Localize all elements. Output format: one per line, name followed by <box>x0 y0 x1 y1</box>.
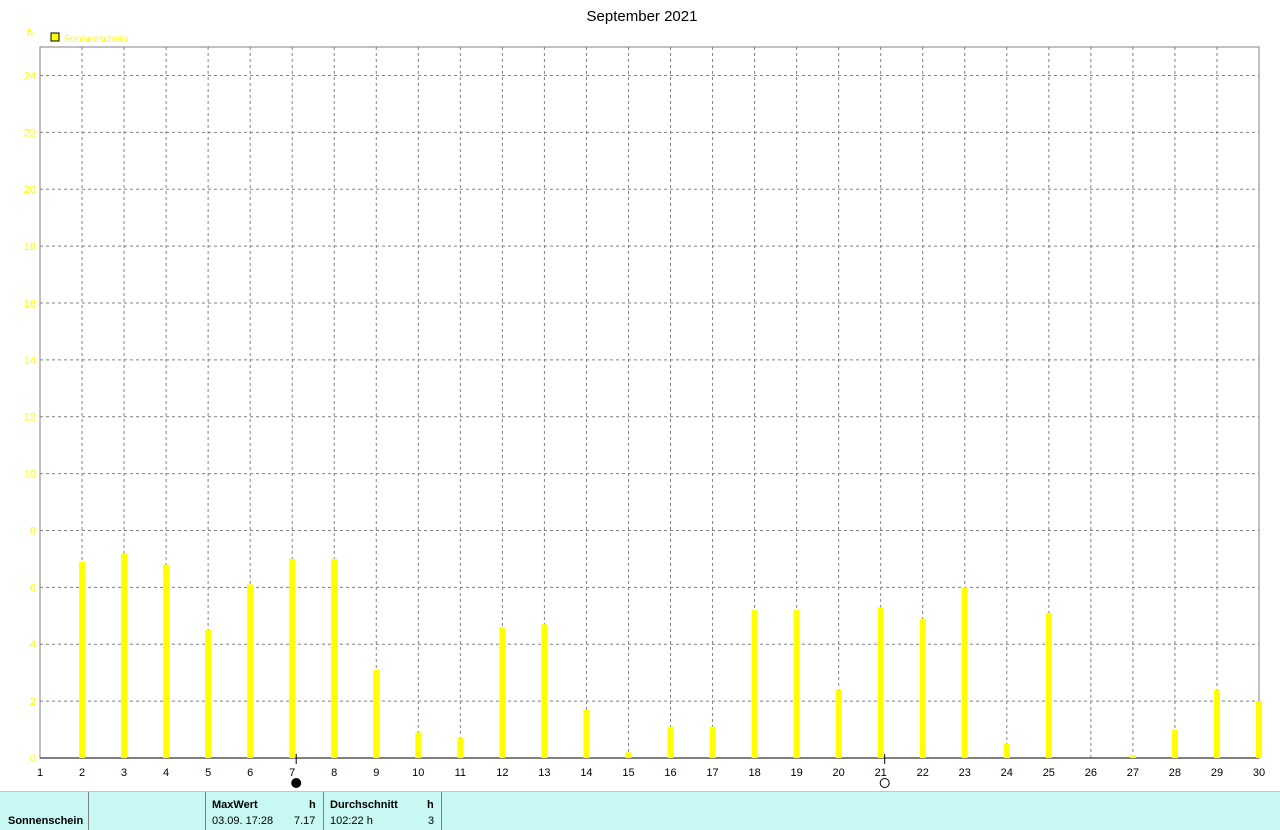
x-tick-label: 16 <box>664 767 676 779</box>
x-tick-label: 12 <box>496 767 508 779</box>
x-tick-label: 3 <box>121 767 127 779</box>
y-tick-label: 22 <box>24 127 36 139</box>
y-tick-label: 12 <box>24 412 36 424</box>
y-tick-label: 4 <box>30 639 36 651</box>
x-tick-label: 20 <box>833 767 845 779</box>
bar-day-21 <box>877 607 884 758</box>
footer-series-cell: Sonnenschein <box>0 792 89 830</box>
sunshine-chart: 0246810121416182022241 2 3 4 5 6 7 8 9 10 11 12 13 14… <box>24 8 1265 788</box>
x-tick-label: 7 <box>289 767 295 779</box>
x-tick-label: 26 <box>1085 767 1097 779</box>
x-tick-label: 6 <box>247 767 253 779</box>
x-tick-label: 28 <box>1169 767 1181 779</box>
bar-day-20 <box>835 689 842 758</box>
bar-day-7 <box>289 558 296 758</box>
footer-avg-cell: Durchschnitt h 102:22 h 3 <box>324 792 442 830</box>
bar-day-6 <box>247 584 254 758</box>
new-moon-icon <box>291 778 302 788</box>
x-tick-label: 5 <box>205 767 211 779</box>
bar-day-18 <box>751 610 758 758</box>
bar-day-29 <box>1213 689 1220 758</box>
y-tick-label: 24 <box>24 70 36 82</box>
bar-day-2 <box>79 561 86 758</box>
bar-day-9 <box>373 669 380 758</box>
avg-unit: h <box>427 799 434 811</box>
bar-day-22 <box>919 618 926 758</box>
y-tick-label: 20 <box>24 184 36 196</box>
bar-day-4 <box>163 564 170 758</box>
x-tick-label: 22 <box>917 767 929 779</box>
x-tick-label: 8 <box>331 767 337 779</box>
y-tick-label: 2 <box>30 696 36 708</box>
summary-footer: Sonnenschein MaxWert h 03.09. 17:28 7.17… <box>0 791 1280 830</box>
maxwert-unit: h <box>309 799 316 811</box>
bar-day-13 <box>541 624 548 758</box>
legend-swatch <box>50 32 60 42</box>
y-axis-unit-label: h <box>27 27 33 39</box>
bar-day-15 <box>625 752 632 758</box>
bar-day-28 <box>1171 729 1178 758</box>
maxwert-value: 7.17 <box>294 815 316 827</box>
bar-day-11 <box>457 738 464 758</box>
chart-title: September 2021 <box>587 8 698 25</box>
y-tick-label: 6 <box>30 582 36 594</box>
plot-area <box>39 46 1260 759</box>
footer-maxwert-cell: MaxWert h 03.09. 17:28 7.17 <box>206 792 324 830</box>
bar-day-25 <box>1045 612 1052 758</box>
y-tick-label: 10 <box>24 469 36 481</box>
bar-day-30 <box>1256 701 1262 758</box>
y-tick-label: 8 <box>30 525 36 537</box>
full-moon-icon <box>879 778 890 788</box>
bar-day-17 <box>709 726 716 758</box>
x-tick-label: 27 <box>1127 767 1139 779</box>
footer-empty-cell <box>89 792 206 830</box>
legend-label: Sonnenschein <box>64 34 127 45</box>
bar-day-27 <box>1129 755 1136 758</box>
x-tick-label: 14 <box>580 767 592 779</box>
x-tick-label: 23 <box>959 767 971 779</box>
footer-series-name: Sonnenschein <box>8 815 84 827</box>
x-tick-label: 21 <box>875 767 887 779</box>
x-tick-label: 19 <box>790 767 802 779</box>
bar-day-12 <box>499 627 506 758</box>
x-tick-label: 11 <box>455 767 466 779</box>
x-tick-label: 15 <box>622 767 634 779</box>
maxwert-time: 03.09. 17:28 <box>212 815 274 827</box>
avg-value: 102:22 h <box>330 815 373 827</box>
x-tick-label: 30 <box>1253 767 1265 779</box>
x-tick-label: 29 <box>1211 767 1223 779</box>
x-tick-label: 13 <box>538 767 550 779</box>
x-tick-label: 18 <box>748 767 760 779</box>
bar-day-19 <box>793 610 800 758</box>
x-tick-label: 4 <box>163 767 169 779</box>
x-tick-label: 25 <box>1043 767 1055 779</box>
bar-day-23 <box>961 587 968 758</box>
x-tick-label: 2 <box>79 767 85 779</box>
bar-day-14 <box>583 709 590 758</box>
x-tick-label: 9 <box>373 767 379 779</box>
avg-extra: 3 <box>428 815 435 827</box>
y-tick-label: 18 <box>24 241 36 253</box>
bar-day-16 <box>667 726 674 758</box>
x-tick-label: 17 <box>706 767 718 779</box>
maxwert-label: MaxWert <box>212 799 258 811</box>
avg-label: Durchschnitt <box>330 799 398 811</box>
bar-day-3 <box>121 553 128 758</box>
bar-day-5 <box>205 630 212 758</box>
y-tick-label: 0 <box>30 753 36 765</box>
y-tick-label: 16 <box>24 298 36 310</box>
x-tick-label: 1 <box>37 767 43 779</box>
x-tick-label: 10 <box>412 767 424 779</box>
bar-day-24 <box>1003 743 1010 758</box>
x-tick-label: 24 <box>1001 767 1013 779</box>
y-tick-label: 14 <box>24 355 36 367</box>
bar-day-8 <box>331 558 338 758</box>
bar-day-10 <box>415 732 422 758</box>
